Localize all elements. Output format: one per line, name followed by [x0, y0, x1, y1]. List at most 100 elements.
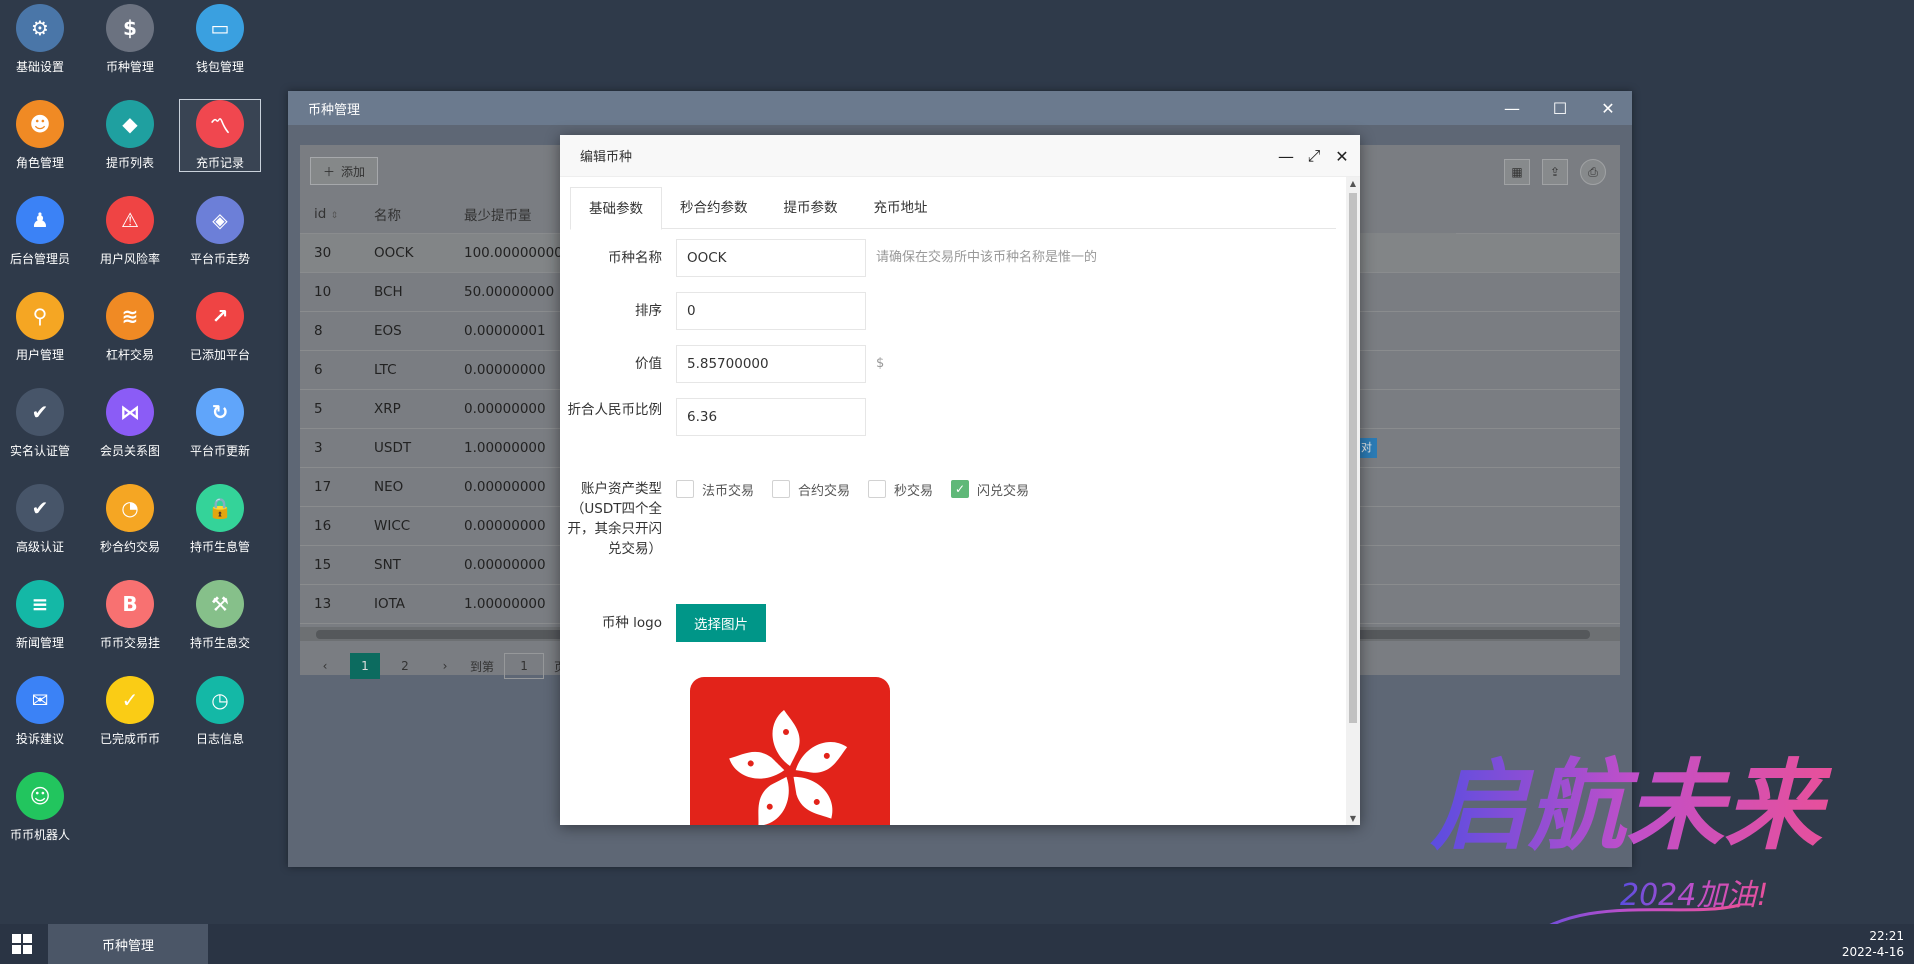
desktop-icon-label: 充币记录 — [195, 156, 244, 170]
desktop-icon-label: 新闻管理 — [15, 636, 64, 650]
desktop-icon[interactable]: ◆ 提币列表 — [90, 100, 170, 171]
lock-icon: 🔒 — [196, 484, 244, 532]
news-icon: ≡ — [16, 580, 64, 628]
desktop-icon[interactable]: ✉ 投诉建议 — [0, 676, 80, 747]
network-icon: ⋈ — [106, 388, 154, 436]
close-icon[interactable]: ✕ — [1334, 147, 1350, 166]
maximize-icon[interactable]: ☐ — [1536, 91, 1584, 125]
cell-name: NEO — [360, 467, 450, 507]
cell-name: SNT — [360, 545, 450, 585]
desktop-icon-label: 实名认证管 — [9, 444, 70, 458]
desktop-icon-label: 后台管理员 — [9, 252, 70, 266]
desktop-icon[interactable]: 🔒 持币生息管 — [180, 484, 260, 555]
dialog-titlebar: 编辑币种 — ⤢ ✕ — [560, 135, 1360, 177]
desktop-icon-label: 日志信息 — [195, 732, 244, 746]
prev-page-icon[interactable]: ‹ — [310, 653, 340, 679]
desktop-icon[interactable]: ✔ 高级认证 — [0, 484, 80, 555]
cell-id: 16 — [300, 506, 360, 546]
col-id[interactable]: id ⇕ — [300, 195, 360, 234]
minimize-icon[interactable]: — — [1278, 147, 1294, 166]
desktop-icon[interactable]: ↻ 平台币更新 — [180, 388, 260, 459]
desktop-icon-label: 平台币走势 — [189, 252, 250, 266]
close-icon[interactable]: ✕ — [1584, 91, 1632, 125]
desktop-icon[interactable]: ≋ 杠杆交易 — [90, 292, 170, 363]
dialog-vertical-scrollbar[interactable]: ▲ ▼ — [1346, 177, 1360, 825]
taskbar: 币种管理 22:21 2022-4-16 — [0, 924, 1914, 964]
add-button[interactable]: ＋ 添加 — [310, 157, 379, 185]
rmb-rate-label: 折合人民币比例 — [567, 402, 663, 418]
watermark: 启航未来 2024加油! — [1430, 750, 1833, 947]
desktop-icon[interactable]: ↗ 已添加平台 — [180, 292, 260, 363]
dialog-tabs: 基础参数 秒合约参数 提币参数 充币地址 — [570, 187, 1336, 230]
coin-name-input[interactable]: OOCK — [676, 239, 866, 277]
asset-type-label: 法币交易 — [702, 483, 755, 499]
desktop-icon[interactable]: ✓ 已完成币币 — [90, 676, 170, 747]
watermark-sub-text: 2024加油! — [1620, 878, 1768, 913]
coin-name-row: 币种名称 OOCK 请确保在交易所中该币种名称是惟一的 — [560, 239, 1097, 277]
alarm-icon: ⚠ — [106, 196, 154, 244]
export-icon[interactable]: ⇪ — [1542, 159, 1568, 185]
coin-name-label: 币种名称 — [608, 250, 662, 266]
tab-deposit-address[interactable]: 充币地址 — [856, 187, 946, 229]
next-page-icon[interactable]: › — [430, 653, 460, 679]
desktop-icon-label: 基础设置 — [15, 60, 64, 74]
desktop-icon[interactable]: ◈ 平台币走势 — [180, 196, 260, 267]
asset-type-options: 法币交易 合约交易 秒交易 ✓ 闪兑交易 — [676, 479, 1029, 499]
desktop-icon-label: 高级认证 — [15, 540, 64, 554]
col-name: 名称 — [360, 195, 450, 234]
diamond-icon: ◆ — [106, 100, 154, 148]
hammer-icon: ⚒ — [196, 580, 244, 628]
price-input[interactable]: 5.85700000 — [676, 345, 866, 383]
desktop-icon[interactable]: ⋈ 会员关系图 — [90, 388, 170, 459]
taskbar-item-coin-management[interactable]: 币种管理 — [48, 924, 208, 964]
sort-input[interactable]: 0 — [676, 292, 866, 330]
print-icon[interactable]: ⎙ — [1580, 159, 1606, 185]
desktop-icon[interactable]: 〽充币记录 — [179, 99, 261, 172]
windows-start-icon[interactable] — [12, 934, 32, 954]
asset-type-checkbox[interactable]: 合约交易 — [772, 480, 850, 499]
checkbox-empty-icon — [868, 480, 887, 498]
asset-type-label: 账户资产类型（USDT四个全开，其余只开闪兑交易） — [567, 481, 663, 557]
pagination: ‹ 1 2 › 到第 1 页 确 — [310, 653, 588, 679]
tab-withdraw-params[interactable]: 提币参数 — [766, 187, 856, 229]
desktop-icon[interactable]: $ 币种管理 — [90, 4, 170, 75]
desktop-icon[interactable]: ⚲ 用户管理 — [0, 292, 80, 363]
cell-name: XRP — [360, 389, 450, 429]
desktop-icon-label: 币币机器人 — [9, 828, 70, 842]
desktop-icon-label: 已完成币币 — [99, 732, 160, 746]
desktop-icon[interactable]: ☻ 角色管理 — [0, 100, 80, 171]
sort-label: 排序 — [635, 303, 662, 319]
page-1[interactable]: 1 — [350, 653, 380, 679]
verify-user-icon: ✔ — [16, 388, 64, 436]
desktop-icon[interactable]: ⚙ 基础设置 — [0, 4, 80, 75]
columns-icon[interactable]: ▦ — [1504, 159, 1530, 185]
desktop-icon[interactable]: ☺ 币币机器人 — [0, 772, 80, 843]
desktop-icon[interactable]: ◔ 秒合约交易 — [90, 484, 170, 555]
rmb-rate-input[interactable]: 6.36 — [676, 398, 866, 436]
tab-second-contract-params[interactable]: 秒合约参数 — [662, 187, 766, 229]
desktop-icon[interactable]: ◷ 日志信息 — [180, 676, 260, 747]
desktop-icon[interactable]: B 币币交易挂 — [90, 580, 170, 651]
desktop-icon-label: 钱包管理 — [195, 60, 244, 74]
desktop-icon[interactable]: ⚒ 持币生息交 — [180, 580, 260, 651]
users-icon: ☻ — [16, 100, 64, 148]
choose-image-button[interactable]: 选择图片 — [676, 604, 766, 642]
page-2[interactable]: 2 — [390, 653, 420, 679]
logo-label: 币种 logo — [601, 615, 662, 631]
desktop-icon[interactable]: ♟ 后台管理员 — [0, 196, 80, 267]
cell-id: 17 — [300, 467, 360, 507]
asset-type-checkbox[interactable]: 秒交易 — [868, 480, 933, 499]
goto-page-input[interactable]: 1 — [504, 653, 545, 679]
minimize-icon[interactable]: — — [1488, 91, 1536, 125]
desktop-icon-label: 币币交易挂 — [99, 636, 160, 650]
desktop-icon[interactable]: ▭ 钱包管理 — [180, 4, 260, 75]
tab-basic-params[interactable]: 基础参数 — [570, 187, 662, 230]
asset-type-checkbox[interactable]: ✓ 闪兑交易 — [951, 480, 1029, 499]
window-titlebar: 币种管理 — ☐ ✕ — [288, 91, 1632, 125]
desktop-icon[interactable]: ≡ 新闻管理 — [0, 580, 80, 651]
dollar-icon: $ — [106, 4, 154, 52]
desktop-icon[interactable]: ✔ 实名认证管 — [0, 388, 80, 459]
desktop-icon[interactable]: ⚠ 用户风险率 — [90, 196, 170, 267]
expand-icon[interactable]: ⤢ — [1306, 146, 1322, 166]
asset-type-checkbox[interactable]: 法币交易 — [676, 480, 754, 499]
